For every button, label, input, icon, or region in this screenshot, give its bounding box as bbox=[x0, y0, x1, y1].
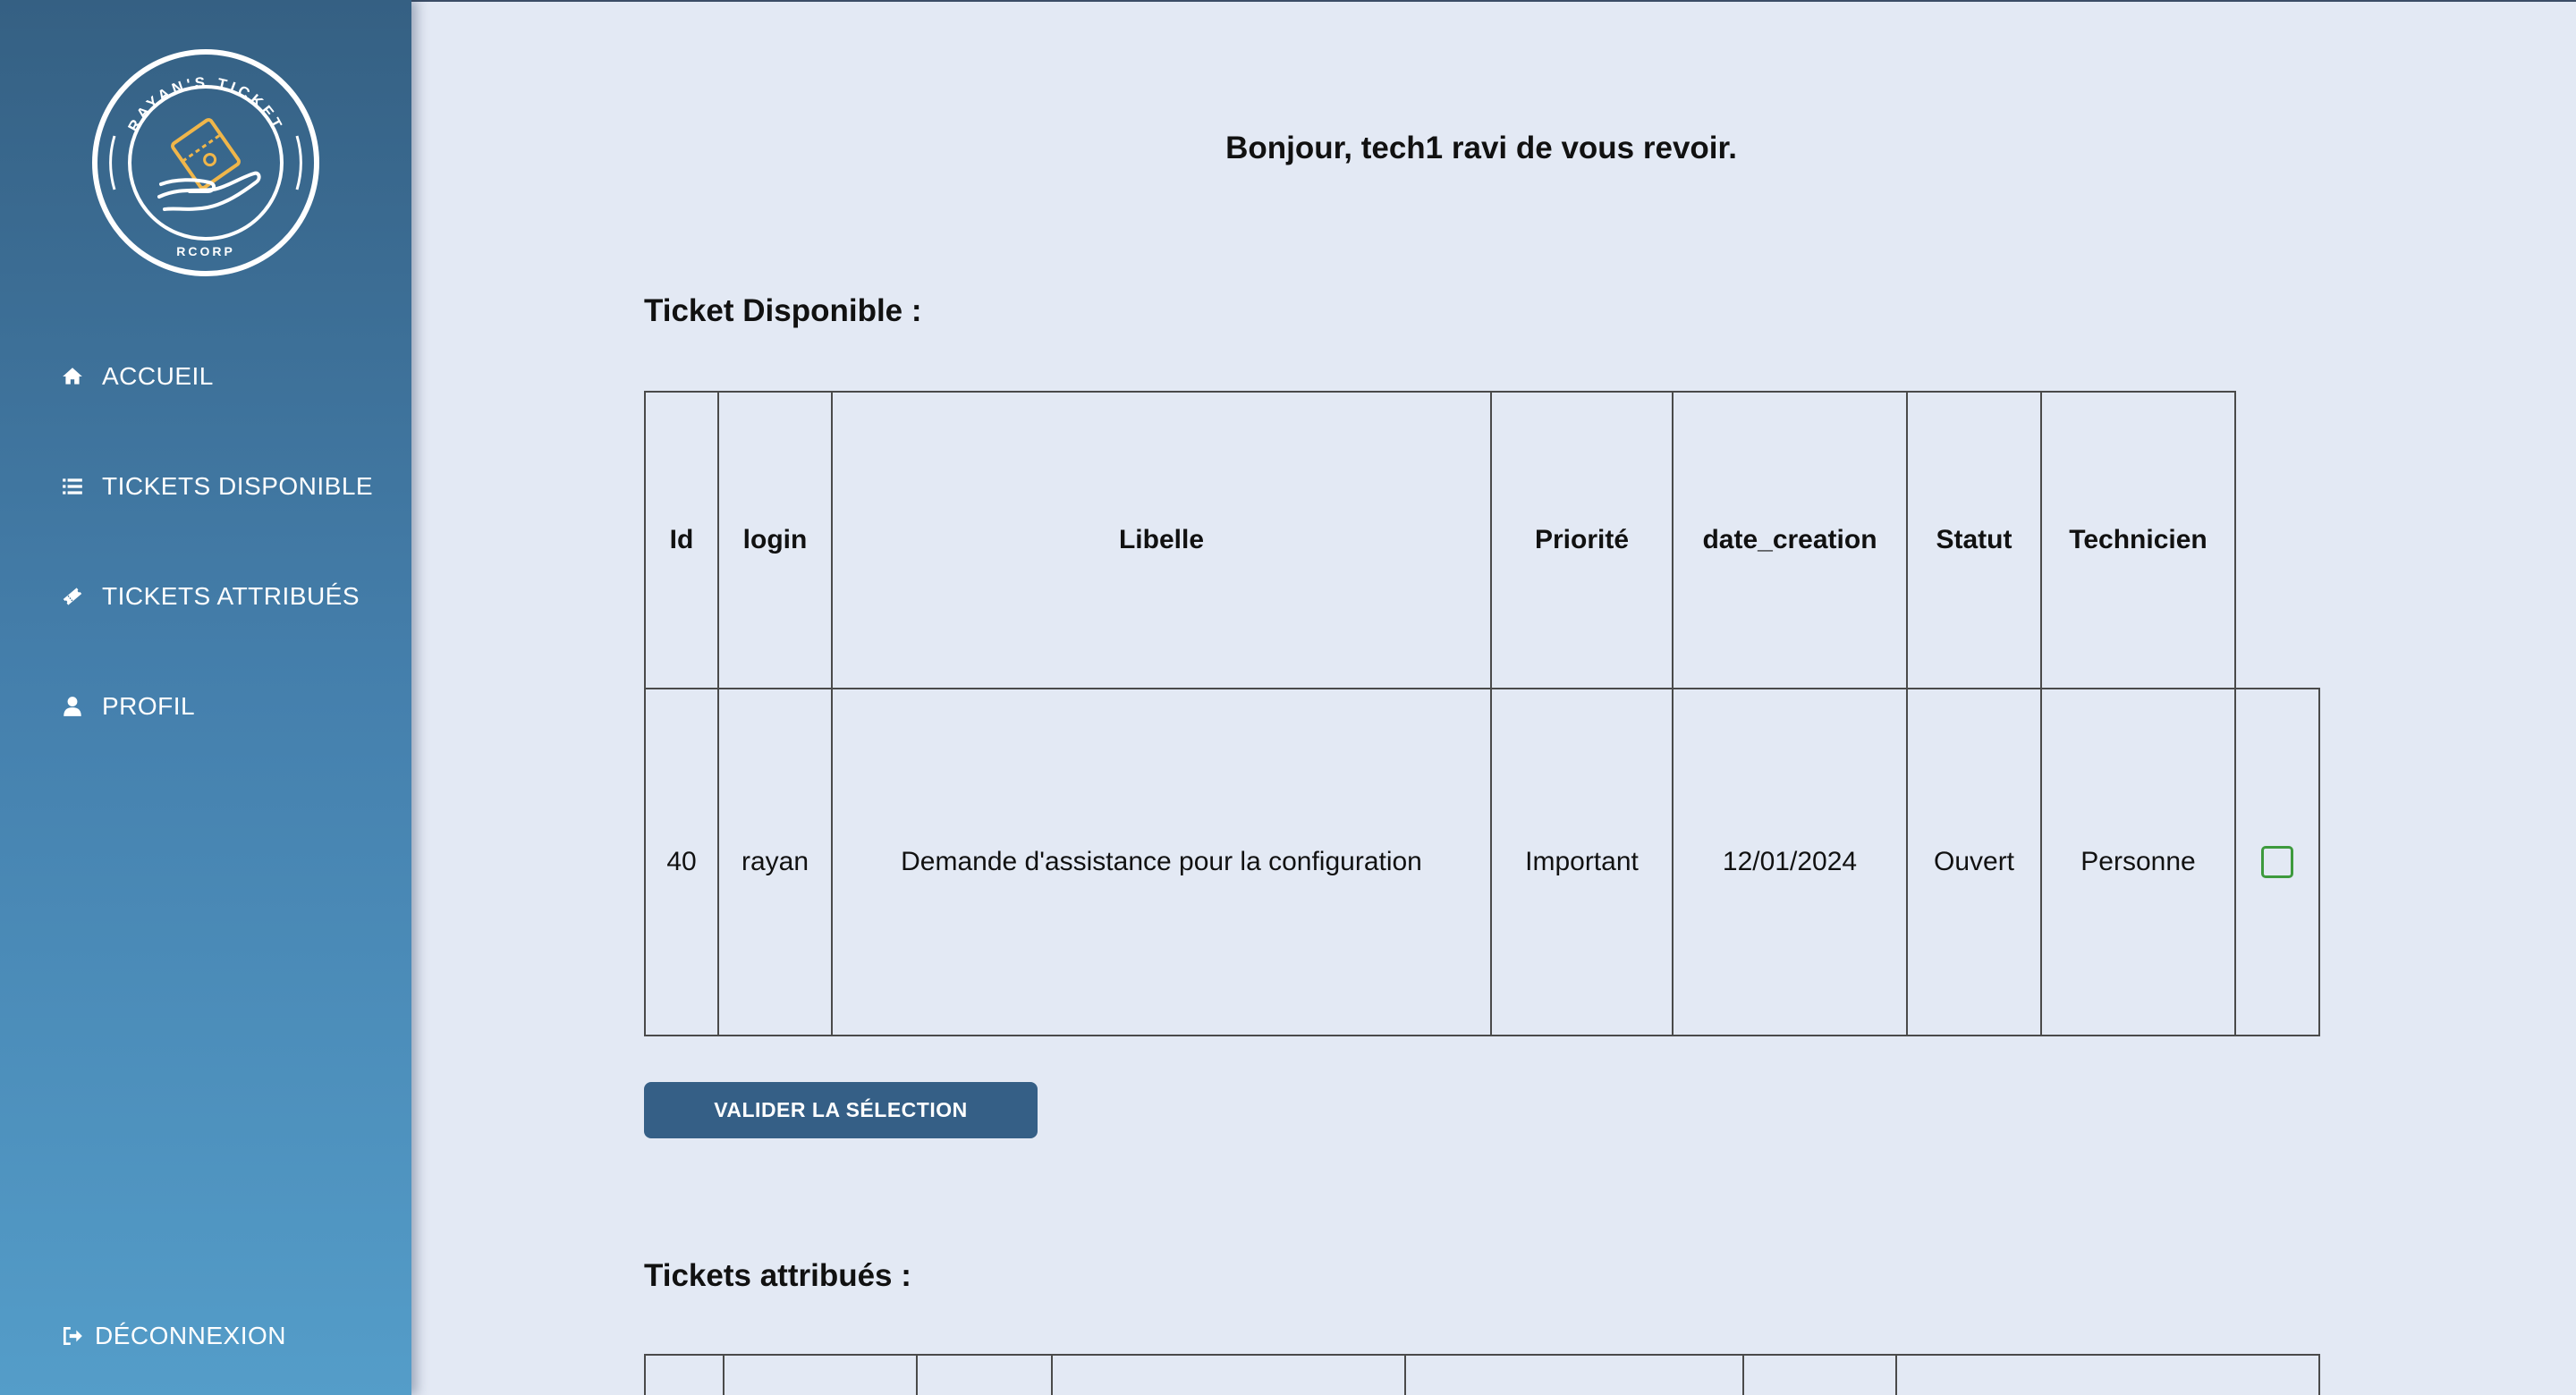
assigned-header-cell bbox=[1895, 1354, 2320, 1395]
home-icon bbox=[59, 363, 86, 390]
sidebar-item-tickets-attribues[interactable]: TICKETS ATTRIBUÉS bbox=[59, 582, 360, 611]
ticket-icon bbox=[59, 583, 86, 610]
logo-ring-text: RAYAN'S TICKET bbox=[124, 74, 283, 135]
sidebar-item-tickets-disponible[interactable]: TICKETS DISPONIBLE bbox=[59, 472, 373, 501]
user-icon bbox=[59, 693, 86, 720]
assigned-header-cell bbox=[723, 1354, 918, 1395]
cell-priorite: Important bbox=[1490, 688, 1674, 1036]
sidebar-item-label: ACCUEIL bbox=[102, 362, 214, 390]
assigned-header-cell bbox=[644, 1354, 724, 1395]
header-id: Id bbox=[644, 391, 719, 689]
assigned-header-cell bbox=[916, 1354, 1053, 1395]
assigned-header-cell bbox=[1742, 1354, 1897, 1395]
sidebar-item-label: TICKETS ATTRIBUÉS bbox=[102, 582, 360, 610]
assigned-header-cell bbox=[1051, 1354, 1406, 1395]
cell-libelle: Demande d'assistance pour la configurati… bbox=[831, 688, 1492, 1036]
sidebar-item-label: TICKETS DISPONIBLE bbox=[102, 472, 374, 500]
validate-selection-button[interactable]: VALIDER LA SÉLECTION bbox=[644, 1082, 1038, 1138]
svg-text:RAYAN'S TICKET: RAYAN'S TICKET bbox=[124, 74, 286, 135]
header-select-spacer bbox=[2235, 392, 2319, 689]
assigned-header-cell bbox=[1404, 1354, 1744, 1395]
header-login: login bbox=[717, 391, 833, 689]
cell-statut: Ouvert bbox=[1906, 688, 2042, 1036]
rayans-ticket-logo[interactable]: RAYAN'S TICKET RCORP bbox=[89, 46, 322, 279]
cell-id: 40 bbox=[644, 688, 719, 1036]
cell-login: rayan bbox=[717, 688, 833, 1036]
welcome-message: Bonjour, tech1 ravi de vous revoir. bbox=[1225, 131, 1737, 165]
header-libelle: Libelle bbox=[831, 391, 1492, 689]
sidebar-item-profil[interactable]: PROFIL bbox=[59, 692, 195, 721]
logo-sub-text: RCORP bbox=[176, 244, 235, 258]
sidebar: RAYAN'S TICKET RCORP ACCUEIL TICKETS DIS… bbox=[0, 0, 411, 1395]
sign-out-icon bbox=[59, 1323, 86, 1349]
header-priorite: Priorité bbox=[1490, 391, 1674, 689]
cell-select bbox=[2234, 688, 2320, 1036]
sidebar-item-accueil[interactable]: ACCUEIL bbox=[59, 362, 214, 391]
assigned-tickets-table bbox=[644, 1354, 2320, 1395]
header-statut: Statut bbox=[1906, 391, 2042, 689]
available-tickets-table: Id login Libelle Priorité date_creation … bbox=[644, 391, 2320, 1036]
cell-date-creation: 12/01/2024 bbox=[1672, 688, 1908, 1036]
logout-label: DÉCONNEXION bbox=[95, 1322, 286, 1349]
sidebar-item-label: PROFIL bbox=[102, 692, 196, 720]
logout-button[interactable]: DÉCONNEXION bbox=[59, 1322, 286, 1350]
header-date-creation: date_creation bbox=[1672, 391, 1908, 689]
table-row: 40 rayan Demande d'assistance pour la co… bbox=[644, 688, 2320, 1036]
assigned-tickets-title: Tickets attribués : bbox=[644, 1258, 911, 1293]
header-technicien: Technicien bbox=[2040, 391, 2236, 689]
cell-technicien: Personne bbox=[2040, 688, 2236, 1036]
list-icon bbox=[59, 473, 86, 500]
available-tickets-title: Ticket Disponible : bbox=[644, 293, 922, 328]
select-ticket-checkbox[interactable] bbox=[2261, 846, 2293, 879]
